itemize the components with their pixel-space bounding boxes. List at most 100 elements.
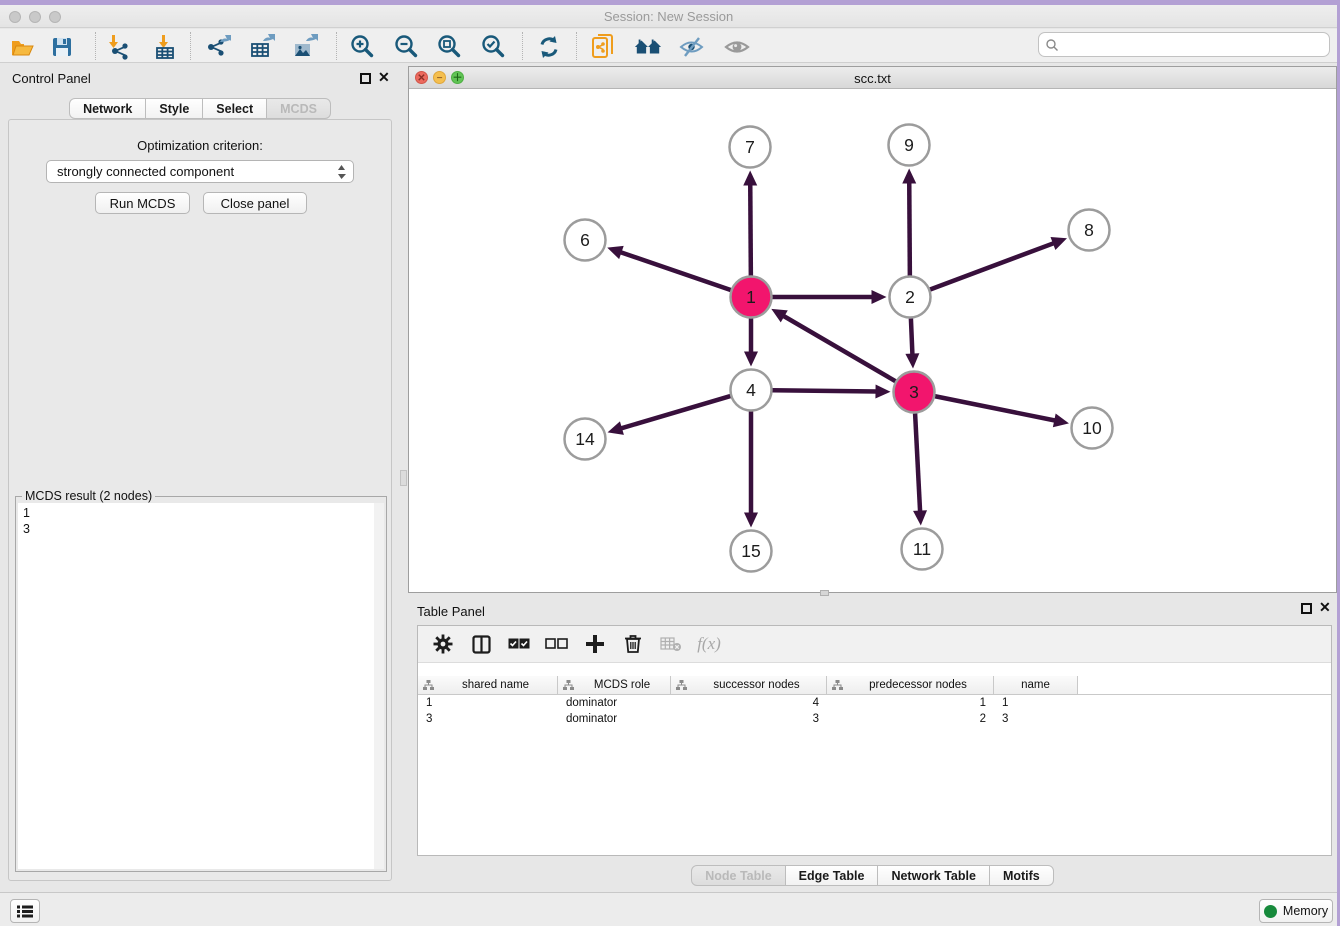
- column-header-MCDS-role[interactable]: MCDS role: [558, 676, 671, 695]
- memory-button[interactable]: Memory: [1259, 899, 1333, 923]
- node-label-6: 6: [580, 230, 590, 250]
- export-table-button[interactable]: [248, 33, 276, 61]
- cell-predecessor-nodes[interactable]: 2: [827, 711, 994, 727]
- close-table-panel-button[interactable]: ✕: [1319, 600, 1331, 614]
- deselect-all-button[interactable]: [538, 629, 576, 659]
- import-table-icon: [152, 34, 178, 60]
- search-icon: [1045, 38, 1059, 52]
- zoom-out-button[interactable]: [392, 33, 420, 61]
- cell-successor-nodes[interactable]: 3: [671, 711, 827, 727]
- search-field[interactable]: [1038, 32, 1330, 57]
- zoom-fit-button[interactable]: [435, 33, 463, 61]
- edge-4-3[interactable]: [772, 390, 877, 391]
- export-network-button[interactable]: [204, 33, 232, 61]
- table-row[interactable]: 1dominator411: [418, 695, 1331, 711]
- search-input[interactable]: [1063, 38, 1329, 52]
- cell-MCDS-role[interactable]: dominator: [558, 711, 671, 727]
- import-table-button[interactable]: [151, 33, 179, 61]
- cell-name[interactable]: 3: [994, 711, 1078, 727]
- cell-shared-name[interactable]: 1: [418, 695, 558, 711]
- select-all-button[interactable]: [500, 629, 538, 659]
- export-table-icon: [249, 34, 275, 60]
- column-sort-icon: [563, 680, 574, 691]
- mcds-result-list[interactable]: 13: [18, 503, 374, 869]
- edge-3-11[interactable]: [915, 413, 920, 512]
- table-tab-node-table[interactable]: Node Table: [691, 865, 785, 886]
- column-header-predecessor-nodes[interactable]: predecessor nodes: [827, 676, 994, 695]
- node-label-1: 1: [746, 287, 756, 307]
- deselect-all-icon: [545, 638, 569, 650]
- vertical-splitter-handle[interactable]: [400, 470, 407, 486]
- table-tab-edge-table[interactable]: Edge Table: [785, 865, 879, 886]
- delete-table-button[interactable]: [652, 629, 690, 659]
- function-icon: f(x): [697, 634, 721, 654]
- homes-button[interactable]: [634, 33, 662, 61]
- column-header-successor-nodes[interactable]: successor nodes: [671, 676, 827, 695]
- memory-label: Memory: [1283, 904, 1328, 918]
- network-canvas[interactable]: 1234678910111415: [409, 89, 1336, 592]
- edge-3-1[interactable]: [783, 315, 896, 381]
- edge-4-14[interactable]: [620, 396, 730, 429]
- show-all-button[interactable]: [723, 33, 751, 61]
- float-panel-button[interactable]: [360, 73, 371, 84]
- plus-icon: [585, 634, 605, 654]
- tab-style[interactable]: Style: [145, 98, 203, 119]
- open-folder-icon: [10, 35, 34, 59]
- open-session-button[interactable]: [8, 33, 36, 61]
- column-label: successor nodes: [687, 679, 826, 691]
- column-header-name[interactable]: name: [994, 676, 1078, 695]
- close-panel-button-mcds[interactable]: Close panel: [203, 192, 307, 214]
- add-row-button[interactable]: [576, 629, 614, 659]
- mcds-pane: Optimization criterion: strongly connect…: [8, 119, 392, 881]
- export-image-button[interactable]: [291, 33, 319, 61]
- task-history-button[interactable]: [10, 899, 40, 923]
- hide-selected-button[interactable]: [678, 33, 706, 61]
- tab-select[interactable]: Select: [202, 98, 267, 119]
- column-label: predecessor nodes: [843, 679, 993, 691]
- zoom-in-button[interactable]: [348, 33, 376, 61]
- table-row[interactable]: 3dominator323: [418, 711, 1331, 727]
- header-filler: [1078, 676, 1331, 695]
- edge-3-10[interactable]: [935, 396, 1056, 421]
- delete-table-icon: [660, 636, 682, 652]
- save-session-button[interactable]: [48, 33, 76, 61]
- node-label-3: 3: [909, 382, 919, 402]
- float-table-panel-button[interactable]: [1301, 603, 1312, 614]
- cell-shared-name[interactable]: 3: [418, 711, 558, 727]
- show-columns-button[interactable]: [462, 629, 500, 659]
- import-network-button[interactable]: [104, 33, 132, 61]
- edge-2-9[interactable]: [909, 181, 910, 275]
- apply-function-button[interactable]: f(x): [690, 629, 728, 659]
- column-header-shared-name[interactable]: shared name: [418, 676, 558, 695]
- close-panel-button[interactable]: ✕: [378, 70, 390, 84]
- tab-mcds[interactable]: MCDS: [266, 98, 331, 119]
- edge-2-3[interactable]: [911, 318, 913, 355]
- cell-successor-nodes[interactable]: 4: [671, 695, 827, 711]
- result-node-id: 1: [23, 505, 374, 521]
- table-settings-button[interactable]: [424, 629, 462, 659]
- zoom-selected-icon: [480, 34, 506, 60]
- edge-arrowhead: [744, 352, 758, 367]
- tab-network[interactable]: Network: [69, 98, 146, 119]
- delete-row-button[interactable]: [614, 629, 652, 659]
- result-scrollbar[interactable]: [374, 503, 384, 869]
- cell-MCDS-role[interactable]: dominator: [558, 695, 671, 711]
- run-mcds-button[interactable]: Run MCDS: [95, 192, 190, 214]
- edge-arrowhead: [913, 510, 927, 525]
- cell-predecessor-nodes[interactable]: 1: [827, 695, 994, 711]
- app-window: Session: New Session: [0, 5, 1337, 926]
- homes-icon: [634, 35, 662, 59]
- table-tab-network-table[interactable]: Network Table: [877, 865, 990, 886]
- edge-1-7[interactable]: [750, 183, 751, 275]
- node-label-8: 8: [1084, 220, 1094, 240]
- node-table-panel: f(x) shared nameMCDS role successor nodes…: [417, 625, 1332, 856]
- clone-network-button[interactable]: [590, 33, 618, 61]
- criterion-select[interactable]: strongly connected component: [46, 160, 354, 183]
- zoom-selected-button[interactable]: [479, 33, 507, 61]
- edge-2-8[interactable]: [930, 243, 1055, 290]
- zoom-out-icon: [393, 34, 419, 60]
- edge-1-6[interactable]: [620, 252, 731, 290]
- refresh-layout-button[interactable]: [535, 33, 563, 61]
- table-tab-motifs[interactable]: Motifs: [989, 865, 1054, 886]
- cell-name[interactable]: 1: [994, 695, 1078, 711]
